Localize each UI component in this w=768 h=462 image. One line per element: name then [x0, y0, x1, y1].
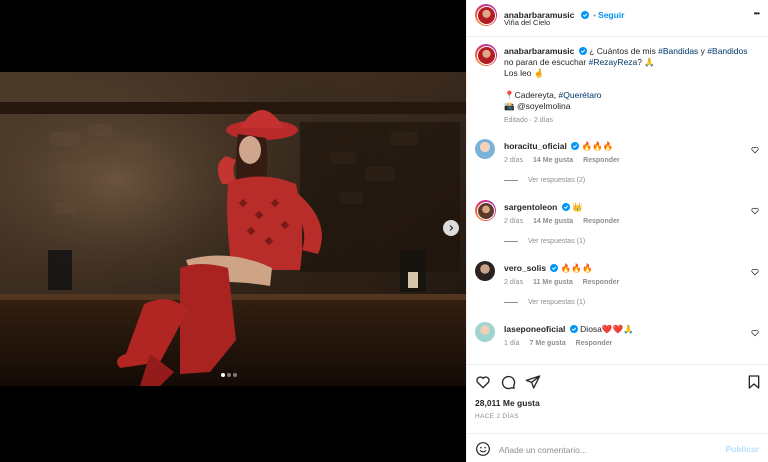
more-options-button[interactable]: ••• — [754, 9, 760, 18]
reply-button[interactable]: Responder — [583, 157, 620, 164]
comment-text: 🔥🔥🔥 — [560, 263, 593, 273]
comment-text: Diosa❤️❤️🙏 — [580, 324, 634, 334]
post-photo[interactable] — [0, 72, 466, 386]
verified-badge-icon — [571, 142, 580, 150]
comment-item: vero_solis 🔥🔥🔥 2 días 11 Me gusta Respon… — [475, 261, 765, 321]
commenter-avatar[interactable] — [475, 200, 496, 221]
follow-button[interactable]: Seguir — [598, 10, 624, 20]
hashtag-link[interactable]: #Querétaro — [559, 90, 602, 100]
commenter-avatar[interactable] — [475, 261, 495, 281]
commenter-username[interactable]: laseponeoficial — [504, 324, 565, 334]
next-image-button[interactable] — [443, 220, 459, 236]
likes-count[interactable]: 28,011 Me gusta — [475, 398, 540, 408]
caption-text: Los leo 🤞 — [504, 68, 545, 78]
comment-text: 👑 — [572, 202, 583, 212]
comment-text: 🔥🔥🔥 — [581, 141, 614, 151]
caption-text: ¿ Cuántos de mis — [589, 46, 659, 56]
post-location[interactable]: Viña del Cielo — [504, 18, 550, 27]
chevron-right-icon — [449, 225, 454, 231]
verified-badge-icon — [580, 11, 589, 19]
commenter-avatar[interactable] — [475, 322, 495, 342]
verified-badge-icon — [578, 47, 587, 55]
comment-likes[interactable]: 14 Me gusta — [533, 218, 573, 225]
caption-text: 📍Cadereyta, — [504, 90, 559, 100]
post-actions: 28,011 Me gusta HACE 2 DÍAS Publicar — [467, 364, 768, 462]
carousel-dot — [227, 373, 231, 377]
view-replies-button[interactable]: Ver respuestas (2) — [504, 177, 585, 184]
comment-like-heart-icon[interactable] — [751, 146, 759, 154]
comment-like-heart-icon[interactable] — [751, 268, 759, 276]
comment-likes[interactable]: 7 Me gusta — [530, 340, 566, 347]
reply-button[interactable]: Responder — [583, 218, 620, 225]
comment-age: 2 días — [504, 157, 524, 164]
post-date: HACE 2 DÍAS — [475, 413, 519, 420]
post-media — [0, 0, 466, 462]
comment-likes[interactable]: 11 Me gusta — [533, 279, 573, 286]
caption-text: no paran de escuchar — [504, 57, 589, 67]
comment-age: 1 día — [504, 340, 520, 347]
post-header: anabarbaramusic • Seguir Viña del Cielo … — [467, 0, 768, 37]
comment-like-heart-icon[interactable] — [751, 207, 759, 215]
comment-like-heart-icon[interactable] — [751, 329, 759, 337]
edited-label: Editado · 2 días — [504, 117, 554, 124]
comment-item: laseponeoficial Diosa❤️❤️🙏 1 día 7 Me gu… — [475, 322, 765, 358]
publish-button[interactable]: Publicar — [725, 444, 759, 454]
comment-age: 2 días — [504, 218, 524, 225]
verified-badge-icon — [550, 264, 559, 272]
instagram-post-modal: anabarbaramusic • Seguir Viña del Cielo … — [0, 0, 768, 462]
share-icon[interactable] — [525, 374, 541, 390]
emoji-icon[interactable] — [475, 441, 491, 457]
view-replies-button[interactable]: Ver respuestas (1) — [504, 299, 585, 306]
hashtag-link[interactable]: #RezayReza — [589, 57, 638, 67]
carousel-dot — [233, 373, 237, 377]
comment-input[interactable] — [499, 443, 719, 457]
commenter-username[interactable]: vero_solis — [504, 263, 546, 273]
hashtag-link[interactable]: #Bandidas — [658, 46, 698, 56]
caption-author-avatar[interactable] — [475, 44, 497, 66]
photographer-mention[interactable]: 📸 @soyelmolina — [504, 101, 754, 112]
view-replies-button[interactable]: Ver respuestas (1) — [504, 238, 585, 245]
author-avatar[interactable] — [475, 4, 497, 26]
verified-badge-icon — [561, 203, 570, 211]
carousel-dot — [221, 373, 225, 377]
comment-icon[interactable] — [500, 374, 516, 390]
post-side-panel: anabarbaramusic • Seguir Viña del Cielo … — [466, 0, 768, 462]
heart-icon[interactable] — [475, 374, 491, 390]
comment-item: sargentoleon 👑 2 días 14 Me gusta Respon… — [475, 200, 765, 260]
caption-author-username[interactable]: anabarbaramusic — [504, 46, 574, 56]
verified-badge-icon — [569, 325, 578, 333]
add-comment-bar: Publicar — [467, 433, 768, 462]
commenter-username[interactable]: horacitu_oficial — [504, 141, 567, 151]
comment-age: 2 días — [504, 279, 524, 286]
commenter-avatar[interactable] — [475, 139, 495, 159]
comment-item: horacitu_oficial 🔥🔥🔥 2 días 14 Me gusta … — [475, 139, 765, 199]
comment-likes[interactable]: 14 Me gusta — [533, 157, 573, 164]
commenter-username[interactable]: sargentoleon — [504, 202, 557, 212]
reply-button[interactable]: Responder — [583, 279, 620, 286]
bookmark-icon[interactable] — [746, 374, 762, 390]
hashtag-link[interactable]: #Bandidos — [707, 46, 747, 56]
carousel-indicator — [221, 373, 237, 377]
reply-button[interactable]: Responder — [576, 340, 613, 347]
